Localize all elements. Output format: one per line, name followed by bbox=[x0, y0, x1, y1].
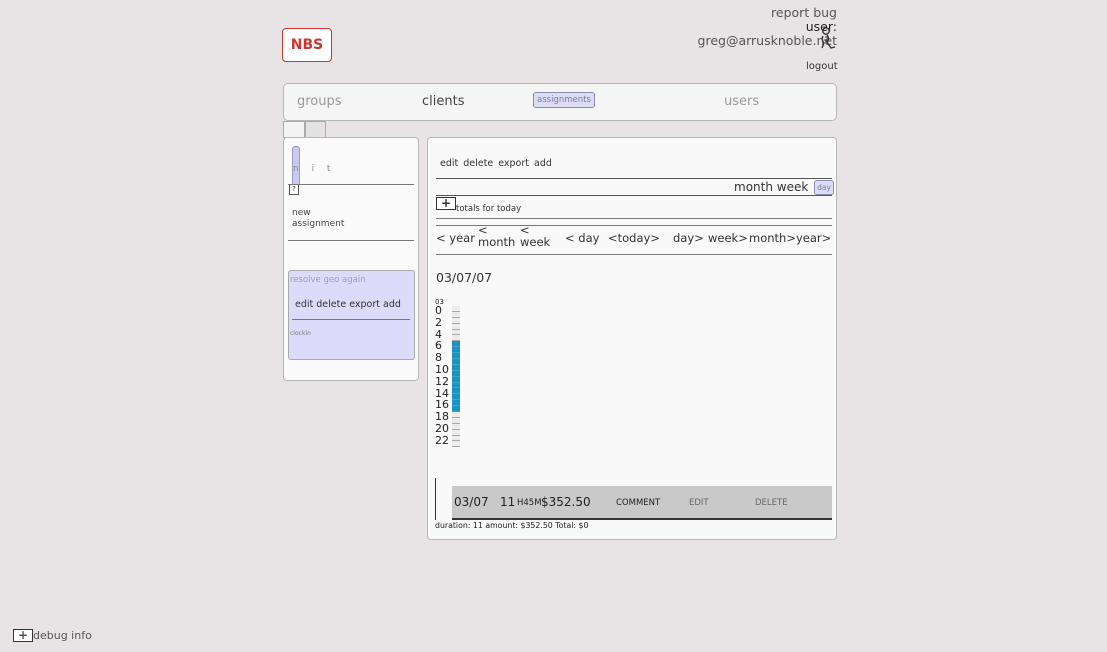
user-label: user: bbox=[805, 19, 837, 34]
toggle-left-button[interactable] bbox=[283, 121, 305, 138]
comment-button[interactable]: COMMENT bbox=[616, 498, 660, 508]
entry-date: 03/07 bbox=[454, 495, 489, 509]
main-actions[interactable]: edit delete export add bbox=[440, 158, 552, 169]
clockin-link[interactable]: clockin bbox=[290, 330, 311, 337]
summary-line: duration: 11 amount: $352.50 Total: $0 bbox=[435, 521, 589, 530]
divider bbox=[436, 178, 832, 179]
view-month-week[interactable]: month week bbox=[734, 180, 808, 194]
prev-week-link[interactable]: < week bbox=[520, 224, 550, 248]
time-entry-row: 03/07 11 H45M $352.50 COMMENT EDIT DELET… bbox=[452, 486, 832, 520]
totals-expand-button[interactable]: + bbox=[436, 197, 456, 210]
nav-users[interactable]: users bbox=[724, 94, 759, 109]
prev-year-link[interactable]: < year bbox=[436, 231, 475, 245]
today-link[interactable]: <today> bbox=[608, 231, 660, 245]
prev-month-link[interactable]: < month bbox=[478, 224, 515, 248]
divider bbox=[288, 240, 414, 241]
entry-amount: $352.50 bbox=[541, 495, 591, 509]
entry-duration: 11 bbox=[500, 495, 516, 509]
edit-button[interactable]: EDIT bbox=[689, 498, 709, 508]
divider bbox=[292, 319, 410, 320]
main-nav: groups clients assignments users bbox=[283, 83, 837, 121]
debug-expand-button[interactable]: + bbox=[13, 629, 33, 642]
hour-label: 12 bbox=[435, 374, 449, 388]
hour-label: 2 bbox=[435, 315, 442, 329]
debug-info-label: debug info bbox=[33, 629, 92, 642]
toggle-right-button[interactable] bbox=[305, 121, 326, 138]
divider bbox=[436, 218, 832, 219]
user-avatar-icon bbox=[821, 27, 836, 49]
user-email: greg@arrusknoble.net bbox=[697, 33, 837, 48]
next-week-link[interactable]: week> bbox=[708, 231, 748, 245]
debug-toggle[interactable]: + debug info bbox=[13, 629, 92, 642]
card-actions[interactable]: edit delete export add bbox=[295, 299, 401, 310]
divider bbox=[436, 254, 832, 255]
entry-border bbox=[435, 478, 436, 520]
nav-clients[interactable]: clients bbox=[422, 94, 464, 109]
nit-label: n i t bbox=[293, 164, 336, 174]
delete-button[interactable]: DELETE bbox=[755, 498, 788, 508]
assignment-card: resolve geo again edit delete export add… bbox=[288, 270, 415, 360]
hour-slot[interactable] bbox=[452, 441, 460, 448]
nbs-logo[interactable]: NBS bbox=[282, 28, 332, 62]
user-info: report bug user: greg@arrusknoble.net bbox=[698, 6, 837, 48]
next-day-link[interactable]: day> bbox=[673, 231, 704, 245]
help-icon[interactable]: ? bbox=[289, 184, 299, 195]
prev-week-label: week bbox=[520, 235, 551, 249]
prev-month-label: month bbox=[478, 235, 516, 249]
prev-day-link[interactable]: < day bbox=[565, 231, 599, 245]
logout-link[interactable]: logout bbox=[806, 61, 838, 72]
current-date: 03/07/07 bbox=[436, 270, 493, 285]
nav-groups[interactable]: groups bbox=[297, 94, 342, 109]
left-panel: n i t ? new assignment resolve geo again… bbox=[283, 137, 419, 381]
entry-hm: H45M bbox=[517, 498, 542, 508]
view-day-button[interactable]: day bbox=[814, 180, 834, 195]
totals-for-today: totals for today bbox=[456, 204, 522, 214]
hour-label: 22 bbox=[435, 433, 449, 447]
next-year-link[interactable]: year> bbox=[796, 231, 831, 245]
next-month-link[interactable]: month> bbox=[749, 231, 796, 245]
new-assignment-link[interactable]: new assignment bbox=[292, 208, 372, 230]
hour-bar bbox=[452, 306, 460, 448]
divider bbox=[436, 195, 832, 196]
main-panel: edit delete export add month week day + … bbox=[427, 137, 837, 540]
resolve-geo-link[interactable]: resolve geo again bbox=[290, 275, 366, 285]
report-bug-link[interactable]: report bug bbox=[698, 6, 837, 20]
nav-assignments[interactable]: assignments bbox=[533, 92, 595, 108]
divider bbox=[288, 184, 414, 185]
